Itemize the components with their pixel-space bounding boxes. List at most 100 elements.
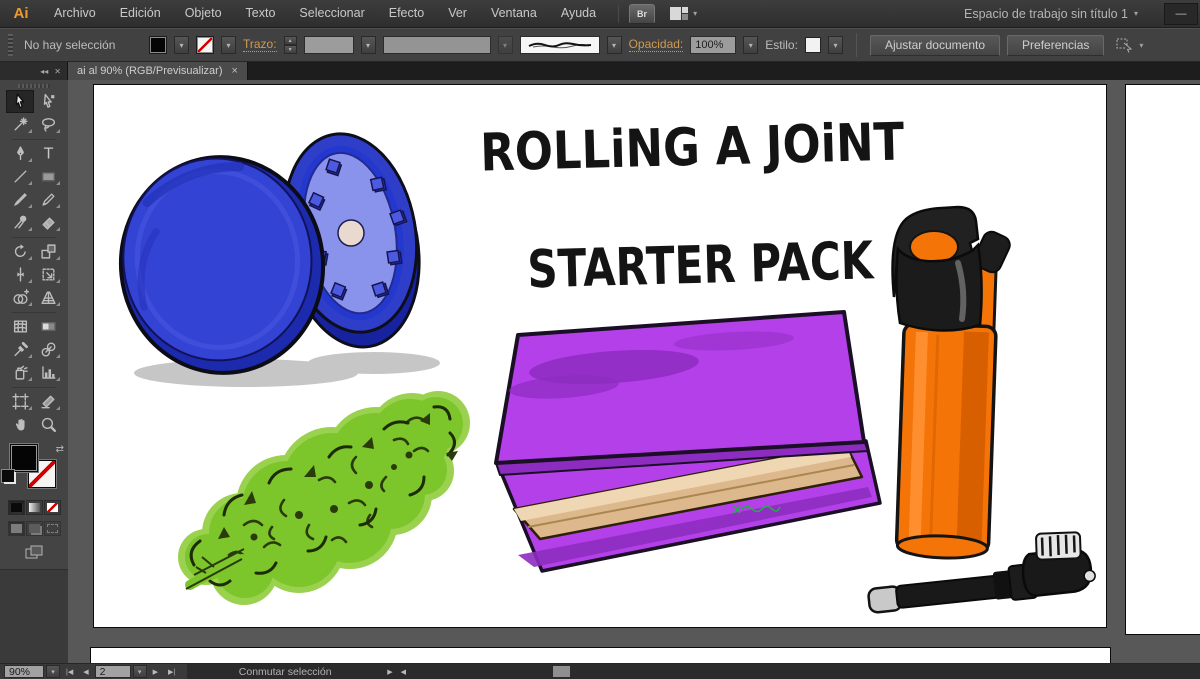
- stroke-weight-dropdown[interactable]: ▾: [361, 36, 376, 54]
- tool-type[interactable]: T: [34, 142, 62, 165]
- preferences-button[interactable]: Preferencias: [1007, 35, 1104, 56]
- variable-width-profile-field[interactable]: [383, 36, 491, 54]
- stroke-panel-link[interactable]: Trazo:: [243, 38, 277, 52]
- canvas[interactable]: ROLLiNG A JOiNT STARTER PACK: [68, 80, 1200, 663]
- fit-document-button[interactable]: Ajustar documento: [870, 35, 1000, 56]
- opacity-dropdown[interactable]: ▾: [743, 36, 758, 54]
- menu-ayuda[interactable]: Ayuda: [549, 0, 608, 27]
- bridge-button[interactable]: Br: [629, 4, 655, 24]
- artboard-next[interactable]: [1125, 84, 1200, 635]
- opacity-panel-link[interactable]: Opacidad:: [629, 38, 684, 52]
- minimize-window-button[interactable]: —: [1164, 3, 1198, 25]
- fill-color-swatch[interactable]: [149, 36, 167, 54]
- draw-behind-button[interactable]: [26, 521, 43, 536]
- tool-paintbrush[interactable]: [6, 188, 34, 211]
- artboard-main[interactable]: ROLLiNG A JOiNT STARTER PACK: [93, 84, 1107, 628]
- lighter[interactable]: [893, 207, 1013, 560]
- tool-shape-builder[interactable]: [6, 286, 34, 309]
- tool-gradient[interactable]: [34, 315, 62, 338]
- tool-symbol-sprayer[interactable]: [6, 361, 34, 384]
- artboard-number-field[interactable]: 2: [95, 665, 131, 678]
- status-menu-arrow[interactable]: ▶: [383, 668, 396, 676]
- graphic-style-swatch[interactable]: [805, 37, 821, 53]
- menu-texto[interactable]: Texto: [234, 0, 288, 27]
- tool-line-segment[interactable]: [6, 165, 34, 188]
- cannabis-bud[interactable]: [178, 391, 470, 605]
- tool-rectangle[interactable]: [34, 165, 62, 188]
- scroll-left-icon[interactable]: ◀: [397, 668, 410, 676]
- swap-fill-stroke-icon[interactable]: ⇄: [56, 444, 64, 455]
- tool-hand[interactable]: [6, 413, 34, 436]
- tool-lasso[interactable]: [34, 113, 62, 136]
- tool-pen[interactable]: [6, 142, 34, 165]
- artboard-dropdown[interactable]: ▾: [133, 665, 147, 678]
- artwork-title[interactable]: ROLLiNG A JOiNT STARTER PACK: [480, 112, 909, 301]
- tool-selection[interactable]: [6, 90, 34, 113]
- menu-ventana[interactable]: Ventana: [479, 0, 549, 27]
- stroke-weight-field[interactable]: [304, 36, 354, 54]
- gradient-button[interactable]: [26, 500, 43, 515]
- screen-mode-button[interactable]: [22, 543, 46, 561]
- first-artboard-button[interactable]: |◀: [62, 668, 77, 676]
- last-artboard-button[interactable]: ▶|: [164, 668, 179, 676]
- tool-rotate[interactable]: [6, 240, 34, 263]
- menu-archivo[interactable]: Archivo: [42, 0, 108, 27]
- grinder[interactable]: [110, 123, 440, 387]
- zoom-dropdown[interactable]: ▾: [46, 665, 60, 678]
- color-button[interactable]: [8, 500, 25, 515]
- tool-magic-wand[interactable]: [6, 113, 34, 136]
- draw-inside-button[interactable]: [44, 521, 61, 536]
- tool-blend[interactable]: [34, 338, 62, 361]
- stroke-color-dropdown[interactable]: ▾: [221, 36, 236, 54]
- brush-definition-dropdown[interactable]: ▾: [607, 36, 622, 54]
- panel-grip[interactable]: [8, 34, 13, 56]
- none-button[interactable]: [44, 500, 61, 515]
- select-similar-control[interactable]: ▾: [1115, 37, 1143, 53]
- graphic-style-dropdown[interactable]: ▾: [828, 36, 843, 54]
- variable-width-dropdown[interactable]: ▾: [498, 36, 513, 54]
- stepper-down-icon[interactable]: ▼: [284, 45, 297, 54]
- menu-ver[interactable]: Ver: [436, 0, 479, 27]
- fill-indicator[interactable]: [10, 444, 38, 472]
- next-artboard-button[interactable]: ▶: [149, 668, 162, 676]
- default-fill-stroke-icon[interactable]: [2, 470, 14, 482]
- tools-grip[interactable]: [18, 84, 50, 88]
- menu-efecto[interactable]: Efecto: [377, 0, 436, 27]
- previous-artboard-button[interactable]: ◀: [79, 668, 92, 676]
- zoom-level-field[interactable]: 90%: [4, 665, 44, 678]
- menu-edicion[interactable]: Edición: [108, 0, 173, 27]
- tool-column-graph[interactable]: [34, 361, 62, 384]
- tool-pencil[interactable]: [34, 188, 62, 211]
- draw-normal-button[interactable]: [8, 521, 25, 536]
- tool-artboard[interactable]: [6, 390, 34, 413]
- tab-bar: ◂◂ ✕ ai al 90% (RGB/Previsualizar) ×: [0, 62, 1200, 80]
- tool-width[interactable]: [6, 263, 34, 286]
- document-tab[interactable]: ai al 90% (RGB/Previsualizar) ×: [68, 62, 248, 80]
- rolling-papers[interactable]: [496, 312, 880, 571]
- tool-eraser[interactable]: [34, 211, 62, 234]
- fill-color-dropdown[interactable]: ▾: [174, 36, 189, 54]
- collapse-panel-icon[interactable]: ◂◂: [40, 67, 48, 76]
- tool-blob-brush[interactable]: [6, 211, 34, 234]
- stepper-up-icon[interactable]: ▲: [284, 36, 297, 45]
- panel-close-icon[interactable]: ✕: [54, 67, 61, 76]
- tool-scale[interactable]: [34, 240, 62, 263]
- opacity-field[interactable]: 100%: [690, 36, 736, 54]
- tool-eyedropper[interactable]: [6, 338, 34, 361]
- menu-seleccionar[interactable]: Seleccionar: [287, 0, 376, 27]
- tool-perspective-grid[interactable]: [34, 286, 62, 309]
- menu-objeto[interactable]: Objeto: [173, 0, 234, 27]
- tool-zoom[interactable]: [34, 413, 62, 436]
- tool-mesh[interactable]: [6, 315, 34, 338]
- arrange-documents-button[interactable]: ▾: [669, 6, 697, 22]
- tool-slice[interactable]: [34, 390, 62, 413]
- horizontal-scrollbar-thumb[interactable]: [553, 666, 570, 677]
- close-tab-icon[interactable]: ×: [232, 65, 238, 77]
- tool-direct-selection[interactable]: [34, 90, 62, 113]
- tool-free-transform[interactable]: [34, 263, 62, 286]
- artboard-below[interactable]: [90, 647, 1111, 663]
- stroke-color-swatch[interactable]: [196, 36, 214, 54]
- brush-definition-field[interactable]: [520, 36, 600, 54]
- stroke-weight-stepper[interactable]: ▲ ▼: [284, 36, 297, 54]
- workspace-switcher[interactable]: Espacio de trabajo sin título 1 ▾: [964, 7, 1138, 21]
